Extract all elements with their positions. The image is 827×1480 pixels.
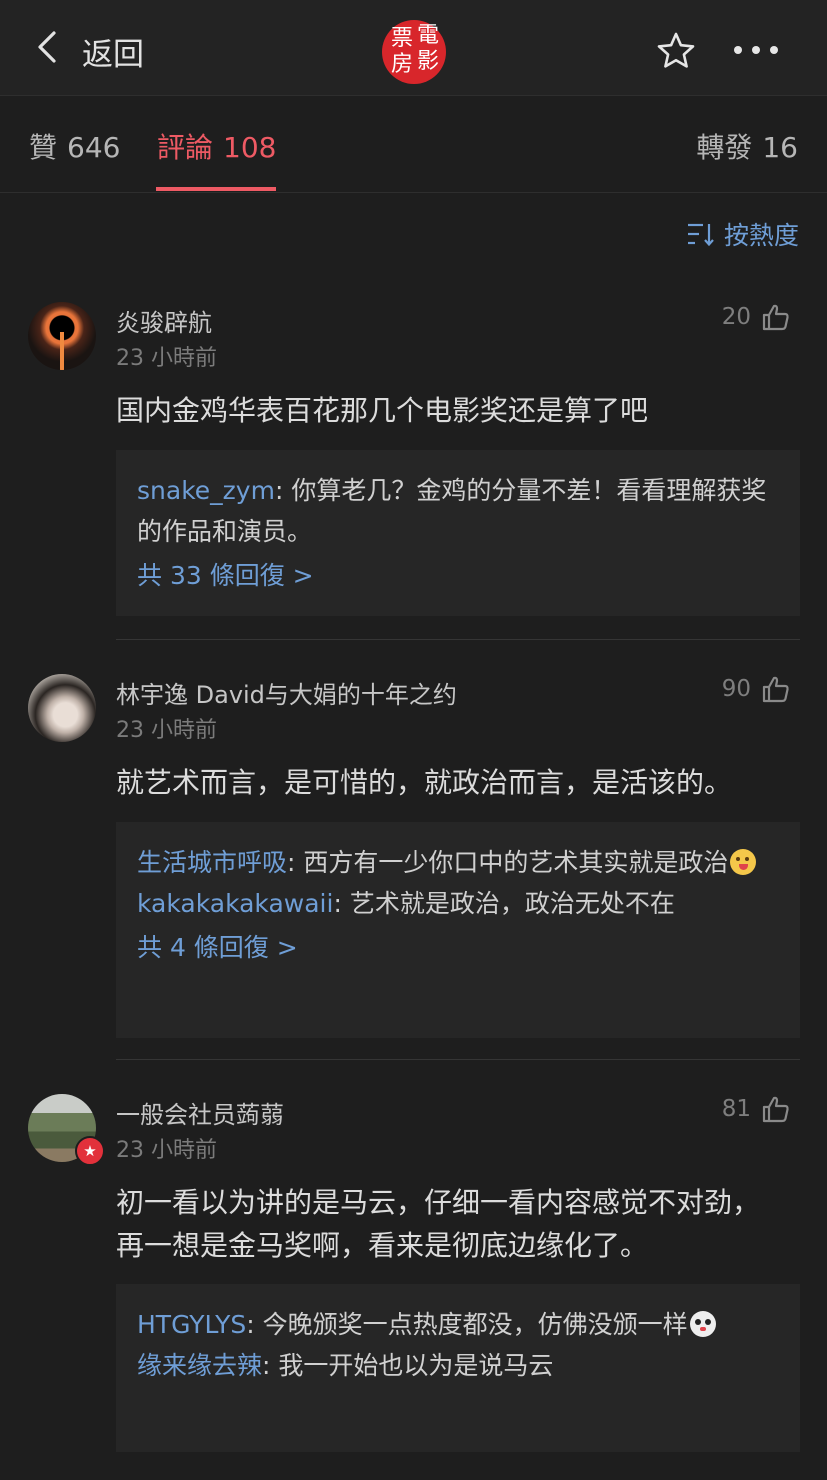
comment-time: 23 小時前 <box>116 1138 217 1163</box>
like-count: 90 <box>721 676 751 702</box>
top-nav-bar: 返回 票 電 房 影 <box>0 0 827 96</box>
thumbs-up-icon <box>762 1096 789 1123</box>
reply-separator: : <box>274 476 292 505</box>
tab-label: 贊 <box>29 131 58 164</box>
comment-text: 初一看以为讲的是马云，仔细一看内容感觉不对劲，再一想是金马奖啊，看来是彻底边缘化… <box>116 1186 761 1262</box>
logo-char: 影 <box>417 49 440 74</box>
reply-username[interactable]: HTGYLYS <box>137 1310 246 1339</box>
tab-bar: 贊 646 評論 108 轉發 16 <box>0 96 827 193</box>
reply-item: 缘来缘去辣: 我一开始也以为是说马云 <box>137 1345 778 1386</box>
reply-item: HTGYLYS: 今晚颁奖一点热度都没，仿佛没颁一样 <box>137 1304 778 1345</box>
reply-username[interactable]: 缘来缘去辣 <box>137 1351 262 1380</box>
sort-icon <box>687 223 714 247</box>
reply-username[interactable]: snake_zym <box>137 476 275 505</box>
avatar[interactable] <box>28 674 96 742</box>
comment-text: 国内金鸡华表百花那几个电影奖还是算了吧 <box>116 394 649 427</box>
divider <box>116 1059 800 1060</box>
reply-item: 生活城市呼吸: 西方有一少你口中的艺术其实就是政治 <box>137 842 778 883</box>
like-button[interactable]: 81 <box>722 1094 791 1124</box>
reply-text: 我一开始也以为是说马云 <box>278 1351 554 1380</box>
reply-separator: : <box>287 848 304 877</box>
reply-text: 西方有一少你口中的艺术其实就是政治 <box>303 848 729 877</box>
tab-label: 評論 <box>157 131 214 164</box>
active-tab-indicator <box>156 187 276 191</box>
like-button[interactable]: 20 <box>722 302 791 332</box>
reply-username[interactable]: kakakakakawaii <box>137 889 333 918</box>
reply-box[interactable]: snake_zym: 你算老几？金鸡的分量不差！看看理解获奖的作品和演员。 共 … <box>116 450 800 616</box>
reply-separator: : <box>246 1310 263 1339</box>
comment-username[interactable]: 一般会社员蒟蒻 <box>116 1095 284 1130</box>
view-more-replies-link[interactable]: 共 33 條回復 > <box>137 556 778 596</box>
tab-reposts[interactable]: 轉發 16 <box>696 126 798 166</box>
logo-char: 房 <box>391 52 414 77</box>
verified-badge-icon: ★ <box>75 1136 105 1166</box>
panda-emoji-icon <box>689 1311 716 1337</box>
logo-char: 票 <box>391 26 414 51</box>
comment-text: 就艺术而言，是可惜的，就政治而言，是活该的。 <box>116 766 733 799</box>
reply-box[interactable]: 生活城市呼吸: 西方有一少你口中的艺术其实就是政治 kakakakakawaii… <box>116 822 800 1038</box>
tab-count: 108 <box>223 131 277 164</box>
back-chevron-icon[interactable] <box>34 30 62 64</box>
app-logo: 票 電 房 影 <box>382 20 446 84</box>
back-button[interactable]: 返回 <box>82 29 144 74</box>
comment-username[interactable]: 林宇逸 David与大娟的十年之约 <box>116 675 457 710</box>
divider <box>116 639 800 640</box>
like-count: 81 <box>721 1096 751 1122</box>
reply-username[interactable]: 生活城市呼吸 <box>137 848 287 877</box>
reply-separator: : <box>333 889 350 918</box>
tab-count: 646 <box>67 131 121 164</box>
reply-text: 艺术就是政治，政治无处不在 <box>349 889 675 918</box>
comment-time: 23 小時前 <box>116 346 217 371</box>
more-options-icon[interactable] <box>733 44 779 56</box>
reply-text: 今晚颁奖一点热度都没，仿佛没颁一样 <box>262 1310 688 1339</box>
thumbs-up-icon <box>762 676 789 703</box>
tab-comments[interactable]: 評論 108 <box>157 126 276 166</box>
tab-count: 16 <box>762 131 798 164</box>
logo-char: 電 <box>417 23 440 48</box>
tab-label: 轉發 <box>696 131 753 164</box>
reply-item: snake_zym: 你算老几？金鸡的分量不差！看看理解获奖的作品和演员。 <box>137 470 778 552</box>
like-button[interactable]: 90 <box>722 674 791 704</box>
tab-likes[interactable]: 贊 646 <box>29 126 120 166</box>
reply-box[interactable]: HTGYLYS: 今晚颁奖一点热度都没，仿佛没颁一样 缘来缘去辣: 我一开始也以… <box>116 1284 800 1452</box>
sort-label: 按熱度 <box>723 221 799 250</box>
yummy-face-emoji-icon <box>730 849 757 875</box>
like-count: 20 <box>721 304 751 330</box>
sort-by-heat-button[interactable]: 按熱度 <box>686 216 799 252</box>
view-more-replies-link[interactable]: 共 4 條回復 > <box>137 928 778 968</box>
comment-username[interactable]: 炎骏辟航 <box>116 303 212 338</box>
reply-item: kakakakakawaii: 艺术就是政治，政治无处不在 <box>137 883 778 924</box>
avatar[interactable] <box>28 302 96 370</box>
star-favorite-icon[interactable] <box>656 31 696 71</box>
comment-time: 23 小時前 <box>116 718 217 743</box>
reply-separator: : <box>262 1351 279 1380</box>
thumbs-up-icon <box>762 304 789 331</box>
